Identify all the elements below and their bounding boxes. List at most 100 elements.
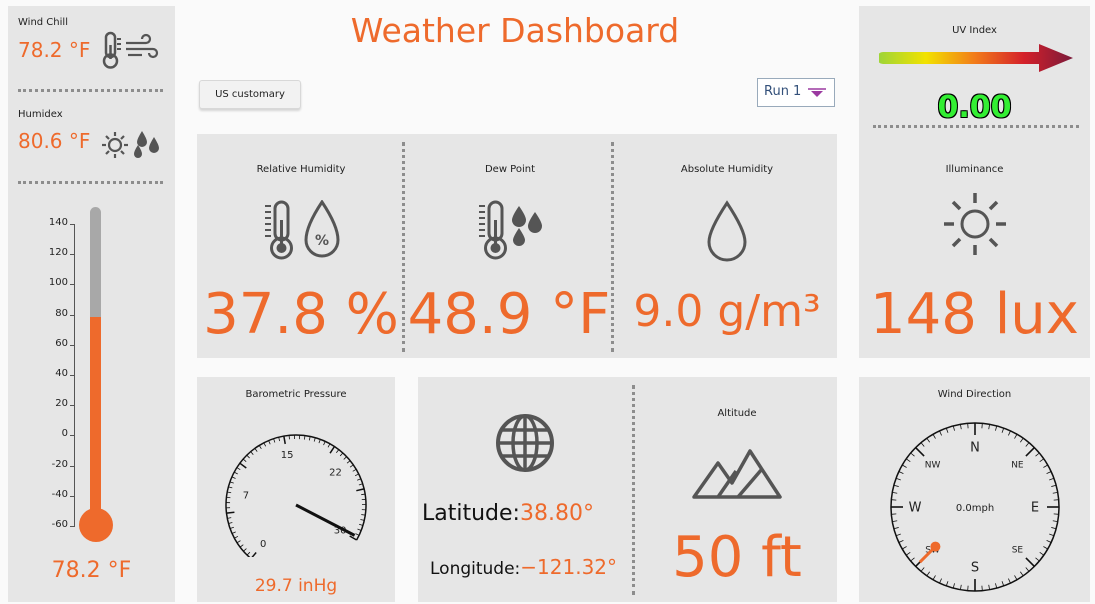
gauge-tick xyxy=(239,462,247,469)
gauge-tick xyxy=(236,540,241,544)
thermometer-fill xyxy=(90,317,101,521)
gauge-tick xyxy=(339,452,344,457)
compass-tick xyxy=(905,551,911,556)
compass-tick xyxy=(905,458,911,463)
gauge-tick xyxy=(239,544,244,548)
location-panel: Latitude:38.80° Longitude:−121.32° Altit… xyxy=(418,377,837,602)
gauge-tick xyxy=(343,456,347,460)
compass-label-e: E xyxy=(1031,500,1039,515)
gauge-tick xyxy=(357,528,362,531)
gauge-tick-label: 22 xyxy=(329,468,342,479)
compass-tick xyxy=(892,520,898,522)
compass-tick xyxy=(1025,447,1035,457)
thermometer-tick-label: -60 xyxy=(51,519,68,530)
gauge-tick xyxy=(304,435,306,440)
compass-tick xyxy=(945,427,949,433)
wind-speed: 0.0mph xyxy=(956,503,994,514)
compass-tick xyxy=(1039,458,1045,463)
gauge-tick xyxy=(360,519,365,521)
wind-direction-label: Wind Direction xyxy=(937,389,1012,400)
gauge-tick xyxy=(228,486,233,489)
thermometer-tick-label: -20 xyxy=(51,458,68,470)
gauge-tick xyxy=(227,491,232,494)
run-select-label: Run 1 xyxy=(764,84,802,99)
gauge-tick xyxy=(250,451,254,455)
thermometer-drops-icon xyxy=(479,200,542,260)
compass-tick xyxy=(926,571,931,577)
thermometer-tick-label: 40 xyxy=(55,368,68,379)
compass-tick xyxy=(932,575,936,580)
sun-icon xyxy=(944,193,1006,255)
gauge-tick xyxy=(231,531,236,534)
gauge-tick xyxy=(228,522,233,524)
gauge-needle xyxy=(295,503,356,537)
pressure-panel: Barometric Pressure 0 7 15 22 30 29.7 inHg xyxy=(197,377,395,602)
uv-index-value: 0.00 xyxy=(937,90,1012,125)
compass-tick xyxy=(1019,437,1024,443)
thermometer-tick-label: -40 xyxy=(51,488,68,500)
gauge-tick xyxy=(329,446,336,454)
latitude-row: Latitude:38.80° xyxy=(422,501,594,526)
compass-tick xyxy=(910,557,915,562)
compass-tick xyxy=(898,540,904,543)
gauge-tick xyxy=(357,478,362,481)
uv-illuminance-panel: UV Index 0.00 Illuminance 148 lux xyxy=(859,6,1090,358)
pressure-value: 29.7 inHg xyxy=(254,576,338,596)
dew-point-value: 48.9 °F xyxy=(407,282,611,347)
compass-tick xyxy=(920,567,925,572)
compass-tick xyxy=(1052,520,1058,522)
page-title: Weather Dashboard xyxy=(350,11,680,50)
compass-tick xyxy=(1043,464,1048,468)
gauge-tick xyxy=(354,473,359,477)
chevron-down-icon xyxy=(808,88,826,97)
thermometer-tick-label: 0 xyxy=(61,428,68,440)
gauge-tick xyxy=(231,476,236,479)
gauge-tick xyxy=(242,458,247,463)
altitude-label: Altitude xyxy=(717,408,757,419)
absolute-humidity-value: 9.0 g/m³ xyxy=(633,286,821,337)
compass-tick xyxy=(1025,567,1030,572)
compass-tick xyxy=(960,584,962,590)
illuminance-label: Illuminance xyxy=(945,164,1004,175)
uv-index-label: UV Index xyxy=(952,25,997,36)
compass-label-ne: NE xyxy=(1011,461,1024,471)
thermometer-value: 78.2 °F xyxy=(51,558,132,583)
thermometer-tick-label: 120 xyxy=(48,247,68,259)
compass-tick xyxy=(1046,540,1052,543)
gauge-tick xyxy=(346,460,351,464)
gauge-tick xyxy=(263,442,267,447)
relative-humidity-value: 37.8 % xyxy=(203,282,399,347)
gauge-tick xyxy=(361,514,366,516)
compass-tick xyxy=(902,464,907,468)
compass-tick xyxy=(988,424,990,430)
compass-tick xyxy=(1014,575,1018,580)
run-select[interactable]: Run 1 xyxy=(757,78,835,107)
thermometer-tick-label: 100 xyxy=(48,277,68,289)
humidity-divider-2 xyxy=(611,142,614,352)
compass-tick xyxy=(1019,571,1024,577)
compass-tick xyxy=(915,447,925,457)
units-button[interactable]: US customary xyxy=(199,80,301,109)
thermometer-tick xyxy=(70,526,75,527)
thermometer-percent-icon: % xyxy=(265,200,340,260)
compass-tick xyxy=(895,477,901,481)
water-drop-icon xyxy=(707,200,747,262)
compass-tick xyxy=(1051,484,1057,487)
illuminance-value: 148 lux xyxy=(870,282,1079,347)
compass-tick xyxy=(926,437,931,443)
latitude-value: 38.80° xyxy=(519,501,594,526)
compass-tick xyxy=(1025,442,1030,447)
compass-tick xyxy=(893,527,899,530)
compass-tick xyxy=(902,546,907,550)
gauge-tick xyxy=(313,437,316,442)
gauge-tick-label: 7 xyxy=(243,491,249,502)
gauge-tick xyxy=(336,449,340,454)
gauge-tick xyxy=(243,548,247,552)
pressure-gauge: 07152230 xyxy=(225,434,367,557)
gauge-tick xyxy=(327,443,331,448)
gauge-tick xyxy=(273,438,276,443)
wind-compass: NNEESESSWWNW0.0mph xyxy=(890,422,1060,592)
relative-humidity-label: Relative Humidity xyxy=(256,164,346,175)
compass-tick xyxy=(1008,578,1011,584)
gauge-tick xyxy=(349,535,357,541)
